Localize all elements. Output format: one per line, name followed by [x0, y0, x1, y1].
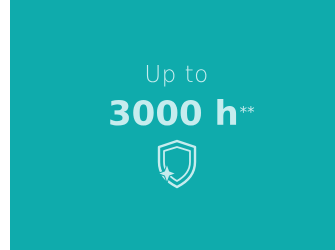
- duration-text: 3000 h: [108, 94, 239, 134]
- duration-value: 3000 h**: [108, 94, 255, 134]
- up-to-label: Up to: [144, 62, 209, 88]
- shield-sparkle-icon: [156, 139, 197, 189]
- footnote-mark: **: [239, 103, 255, 121]
- banner: Up to 3000 h**: [0, 0, 335, 250]
